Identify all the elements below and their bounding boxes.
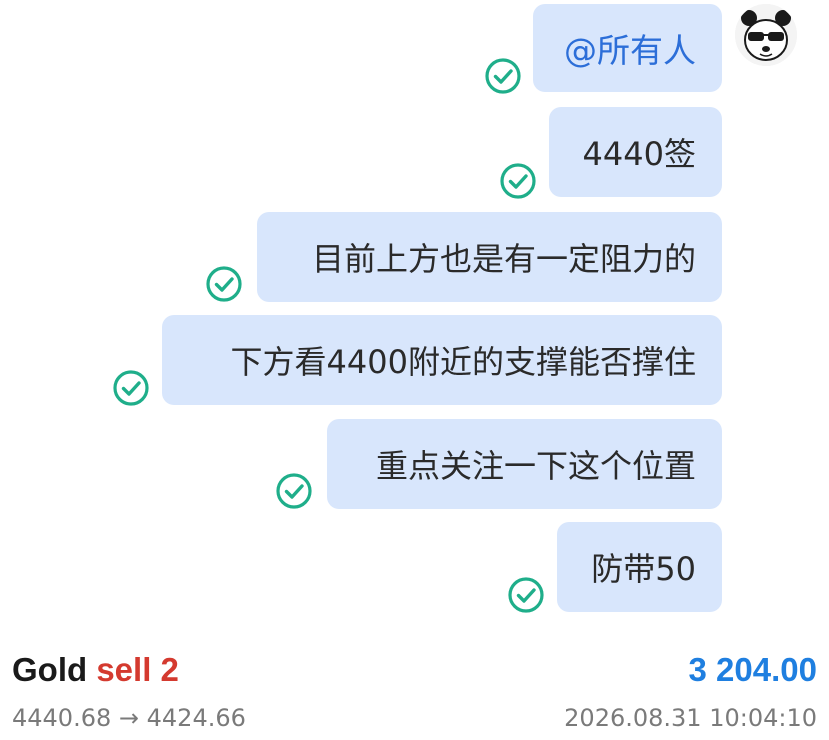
- trade-symbol: Gold: [12, 651, 88, 688]
- panda-avatar-icon: [735, 4, 797, 66]
- trade-lots: 2: [160, 651, 179, 688]
- close-price: 4424.66: [146, 704, 246, 732]
- read-check-icon: [275, 472, 313, 510]
- message-bubble[interactable]: 下方看4400附近的支撑能否撑住: [162, 315, 722, 405]
- message-text: @所有人: [564, 31, 696, 70]
- chat-area: @所有人 4440签 目前上方也是有一定阻力的 下方看4400附近的支撑能否撑住…: [0, 0, 829, 630]
- trade-time: 2026.08.31 10:04:10: [564, 704, 817, 732]
- open-price: 4440.68: [12, 704, 112, 732]
- read-check-icon: [205, 265, 243, 303]
- read-check-icon: [499, 162, 537, 200]
- message-bubble[interactable]: @所有人: [533, 4, 722, 92]
- avatar[interactable]: [735, 4, 797, 66]
- arrow-right-icon: →: [118, 704, 139, 732]
- trade-title: Gold sell 2: [12, 651, 179, 689]
- trade-side-label: sell: [96, 651, 152, 688]
- message-bubble[interactable]: 重点关注一下这个位置: [327, 419, 722, 509]
- message-text: 4440签: [582, 135, 696, 173]
- read-check-icon: [112, 369, 150, 407]
- trade-side: sell 2: [96, 651, 179, 688]
- read-check-icon: [507, 576, 545, 614]
- read-check-icon: [484, 57, 522, 95]
- trade-profit: 3 204.00: [688, 651, 817, 688]
- trade-summary: Gold sell 2 3 204.00 4440.68 → 4424.66 2…: [0, 640, 829, 740]
- message-text: 防带50: [591, 550, 696, 588]
- message-bubble[interactable]: 目前上方也是有一定阻力的: [257, 212, 722, 302]
- message-bubble[interactable]: 防带50: [557, 522, 722, 612]
- message-text: 下方看4400附近的支撑能否撑住: [230, 343, 696, 381]
- trade-prices: 4440.68 → 4424.66: [12, 704, 246, 732]
- message-text: 重点关注一下这个位置: [375, 447, 696, 485]
- message-text: 目前上方也是有一定阻力的: [311, 240, 696, 278]
- message-bubble[interactable]: 4440签: [549, 107, 722, 197]
